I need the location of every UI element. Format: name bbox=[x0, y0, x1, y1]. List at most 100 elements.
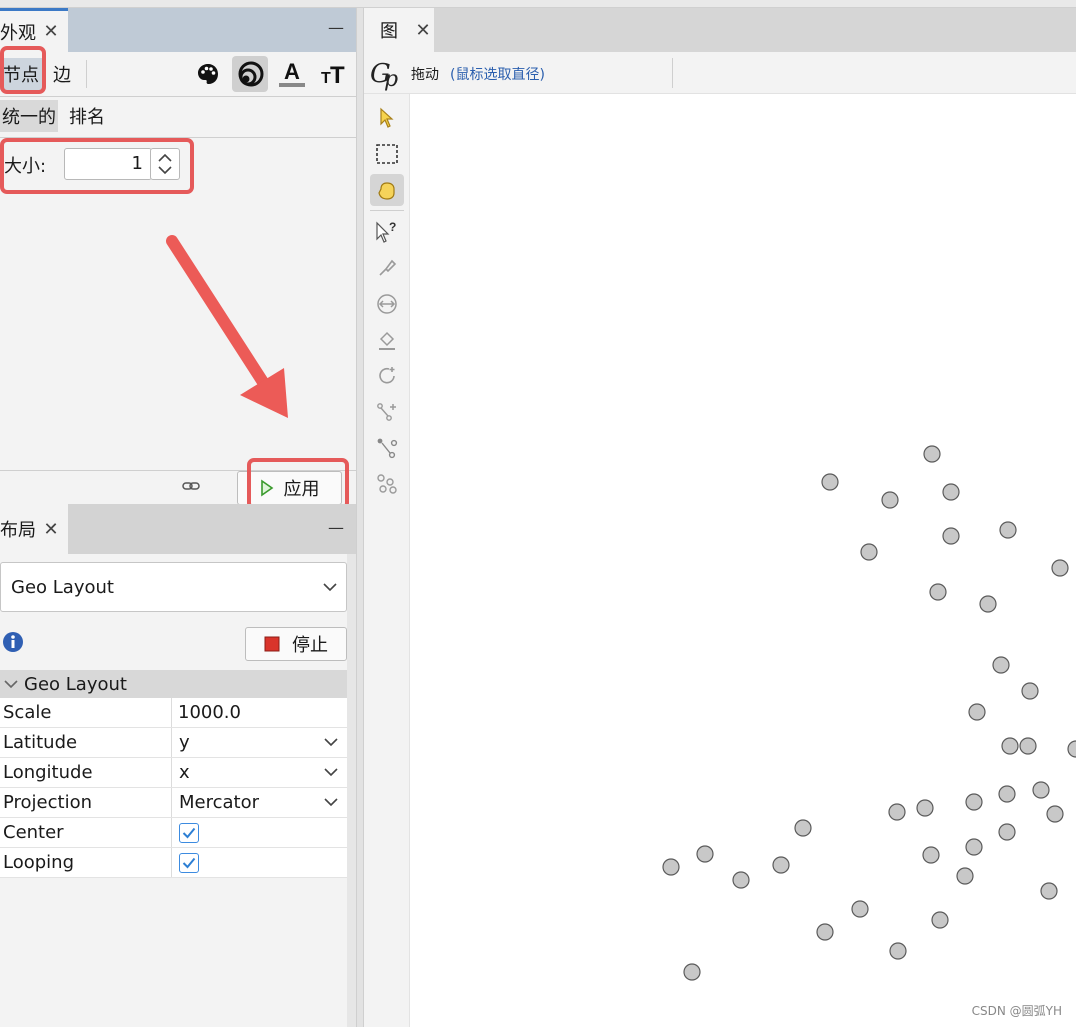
layout-panel-header: 布局 ✕ — bbox=[0, 504, 356, 554]
graph-node[interactable] bbox=[881, 491, 899, 509]
mode-hint: (鼠标选取直径) bbox=[450, 67, 545, 83]
graph-node[interactable] bbox=[662, 858, 680, 876]
label-color-icon[interactable]: A bbox=[274, 56, 310, 92]
graph-node[interactable] bbox=[916, 799, 934, 817]
graph-node[interactable] bbox=[1046, 805, 1064, 823]
tab-unified[interactable]: 统一的 bbox=[0, 100, 58, 132]
graph-node[interactable] bbox=[931, 911, 949, 929]
graph-node[interactable] bbox=[923, 445, 941, 463]
graph-node[interactable] bbox=[999, 521, 1017, 539]
property-row-latitude[interactable]: Latitude y bbox=[0, 728, 347, 758]
close-icon[interactable]: ✕ bbox=[414, 20, 432, 41]
property-name: Scale bbox=[0, 698, 172, 727]
paint-bucket-icon[interactable] bbox=[370, 324, 404, 356]
graph-node[interactable] bbox=[942, 527, 960, 545]
drag-hand-icon[interactable] bbox=[370, 174, 404, 206]
center-checkbox[interactable] bbox=[179, 822, 199, 843]
property-value-dropdown[interactable]: y bbox=[172, 728, 347, 757]
graph-node[interactable] bbox=[998, 785, 1016, 803]
graph-panel-tab[interactable]: 图 ✕ bbox=[364, 8, 434, 52]
property-row-center[interactable]: Center bbox=[0, 818, 347, 848]
graph-node[interactable] bbox=[929, 583, 947, 601]
graph-node[interactable] bbox=[942, 483, 960, 501]
graph-panel-header: 图 ✕ bbox=[364, 8, 1076, 52]
minimize-icon[interactable]: — bbox=[328, 518, 344, 537]
graph-node[interactable] bbox=[979, 595, 997, 613]
graph-node[interactable] bbox=[922, 846, 940, 864]
graph-node[interactable] bbox=[1021, 682, 1039, 700]
checkmark-icon bbox=[182, 857, 196, 868]
graph-panel: 图 ✕ Gp 拖动 (鼠标选取直径) ? CSDN @圆弧YH bbox=[364, 8, 1076, 1027]
graph-node[interactable] bbox=[851, 900, 869, 918]
info-icon[interactable] bbox=[2, 631, 24, 653]
chevron-down-icon bbox=[324, 738, 338, 747]
node-size-icon[interactable] bbox=[232, 56, 268, 92]
graph-node[interactable] bbox=[965, 838, 983, 856]
property-value[interactable]: 1000.0 bbox=[172, 698, 347, 727]
rectangle-select-icon[interactable] bbox=[370, 138, 404, 170]
pointer-tool-icon[interactable] bbox=[370, 102, 404, 134]
close-icon[interactable]: ✕ bbox=[42, 21, 60, 42]
property-row-projection[interactable]: Projection Mercator bbox=[0, 788, 347, 818]
svg-text:?: ? bbox=[389, 220, 396, 234]
chevron-down-icon bbox=[323, 583, 337, 592]
graph-node[interactable] bbox=[1019, 737, 1037, 755]
graph-node[interactable] bbox=[1032, 781, 1050, 799]
graph-node[interactable] bbox=[1051, 559, 1069, 577]
graph-node[interactable] bbox=[1001, 737, 1019, 755]
graph-node[interactable] bbox=[1067, 740, 1076, 758]
layout-select[interactable]: Geo Layout bbox=[0, 562, 347, 612]
property-row-scale[interactable]: Scale 1000.0 bbox=[0, 698, 347, 728]
add-edge-icon[interactable] bbox=[370, 432, 404, 464]
close-icon[interactable]: ✕ bbox=[42, 519, 60, 540]
panel-splitter[interactable] bbox=[356, 8, 364, 1027]
graph-node[interactable] bbox=[965, 793, 983, 811]
graph-node[interactable] bbox=[998, 823, 1016, 841]
looping-checkbox[interactable] bbox=[179, 852, 199, 873]
graph-node[interactable] bbox=[956, 867, 974, 885]
graph-node[interactable] bbox=[992, 656, 1010, 674]
graph-node[interactable] bbox=[732, 871, 750, 889]
shortest-path-icon[interactable] bbox=[370, 288, 404, 320]
graph-node[interactable] bbox=[888, 803, 906, 821]
graph-node[interactable] bbox=[889, 942, 907, 960]
graph-node[interactable] bbox=[968, 703, 986, 721]
stop-button[interactable]: 停止 bbox=[245, 627, 347, 661]
property-row-looping[interactable]: Looping bbox=[0, 848, 347, 878]
property-group-header[interactable]: Geo Layout bbox=[0, 670, 347, 698]
graph-node[interactable] bbox=[821, 473, 839, 491]
graph-node[interactable] bbox=[860, 543, 878, 561]
node-pencil-icon[interactable] bbox=[370, 468, 404, 500]
divider bbox=[370, 210, 404, 211]
graph-node[interactable] bbox=[683, 963, 701, 981]
graph-toolbar: Gp 拖动 (鼠标选取直径) bbox=[364, 52, 1076, 94]
scrollbar[interactable] bbox=[347, 554, 356, 1027]
label-size-icon[interactable]: TT bbox=[316, 56, 352, 92]
minimize-icon[interactable]: — bbox=[328, 18, 344, 37]
graph-node[interactable] bbox=[772, 856, 790, 874]
brush-icon[interactable] bbox=[370, 252, 404, 284]
tab-ranking[interactable]: 排名 bbox=[64, 100, 110, 132]
toolbar-divider bbox=[86, 60, 87, 88]
stop-label: 停止 bbox=[292, 635, 328, 656]
graph-node[interactable] bbox=[794, 819, 812, 837]
add-node-icon[interactable] bbox=[370, 396, 404, 428]
property-name: Looping bbox=[0, 848, 172, 877]
chevron-down-icon bbox=[324, 768, 338, 777]
graph-canvas[interactable]: CSDN @圆弧YH bbox=[410, 94, 1076, 1027]
red-arrow-annotation bbox=[166, 235, 288, 418]
tab-edges[interactable]: 边 bbox=[46, 58, 78, 90]
graph-node[interactable] bbox=[1040, 882, 1058, 900]
rotate-icon[interactable] bbox=[370, 360, 404, 392]
property-value-dropdown[interactable]: x bbox=[172, 758, 347, 787]
graph-node[interactable] bbox=[816, 923, 834, 941]
query-pointer-icon[interactable]: ? bbox=[370, 216, 404, 248]
property-value-dropdown[interactable]: Mercator bbox=[172, 788, 347, 817]
stop-icon bbox=[264, 636, 280, 652]
palette-icon[interactable] bbox=[190, 56, 226, 92]
property-name: Projection bbox=[0, 788, 172, 817]
graph-node[interactable] bbox=[696, 845, 714, 863]
link-icon[interactable] bbox=[182, 480, 200, 492]
layout-panel-tab[interactable]: 布局 ✕ bbox=[0, 504, 68, 554]
property-row-longitude[interactable]: Longitude x bbox=[0, 758, 347, 788]
